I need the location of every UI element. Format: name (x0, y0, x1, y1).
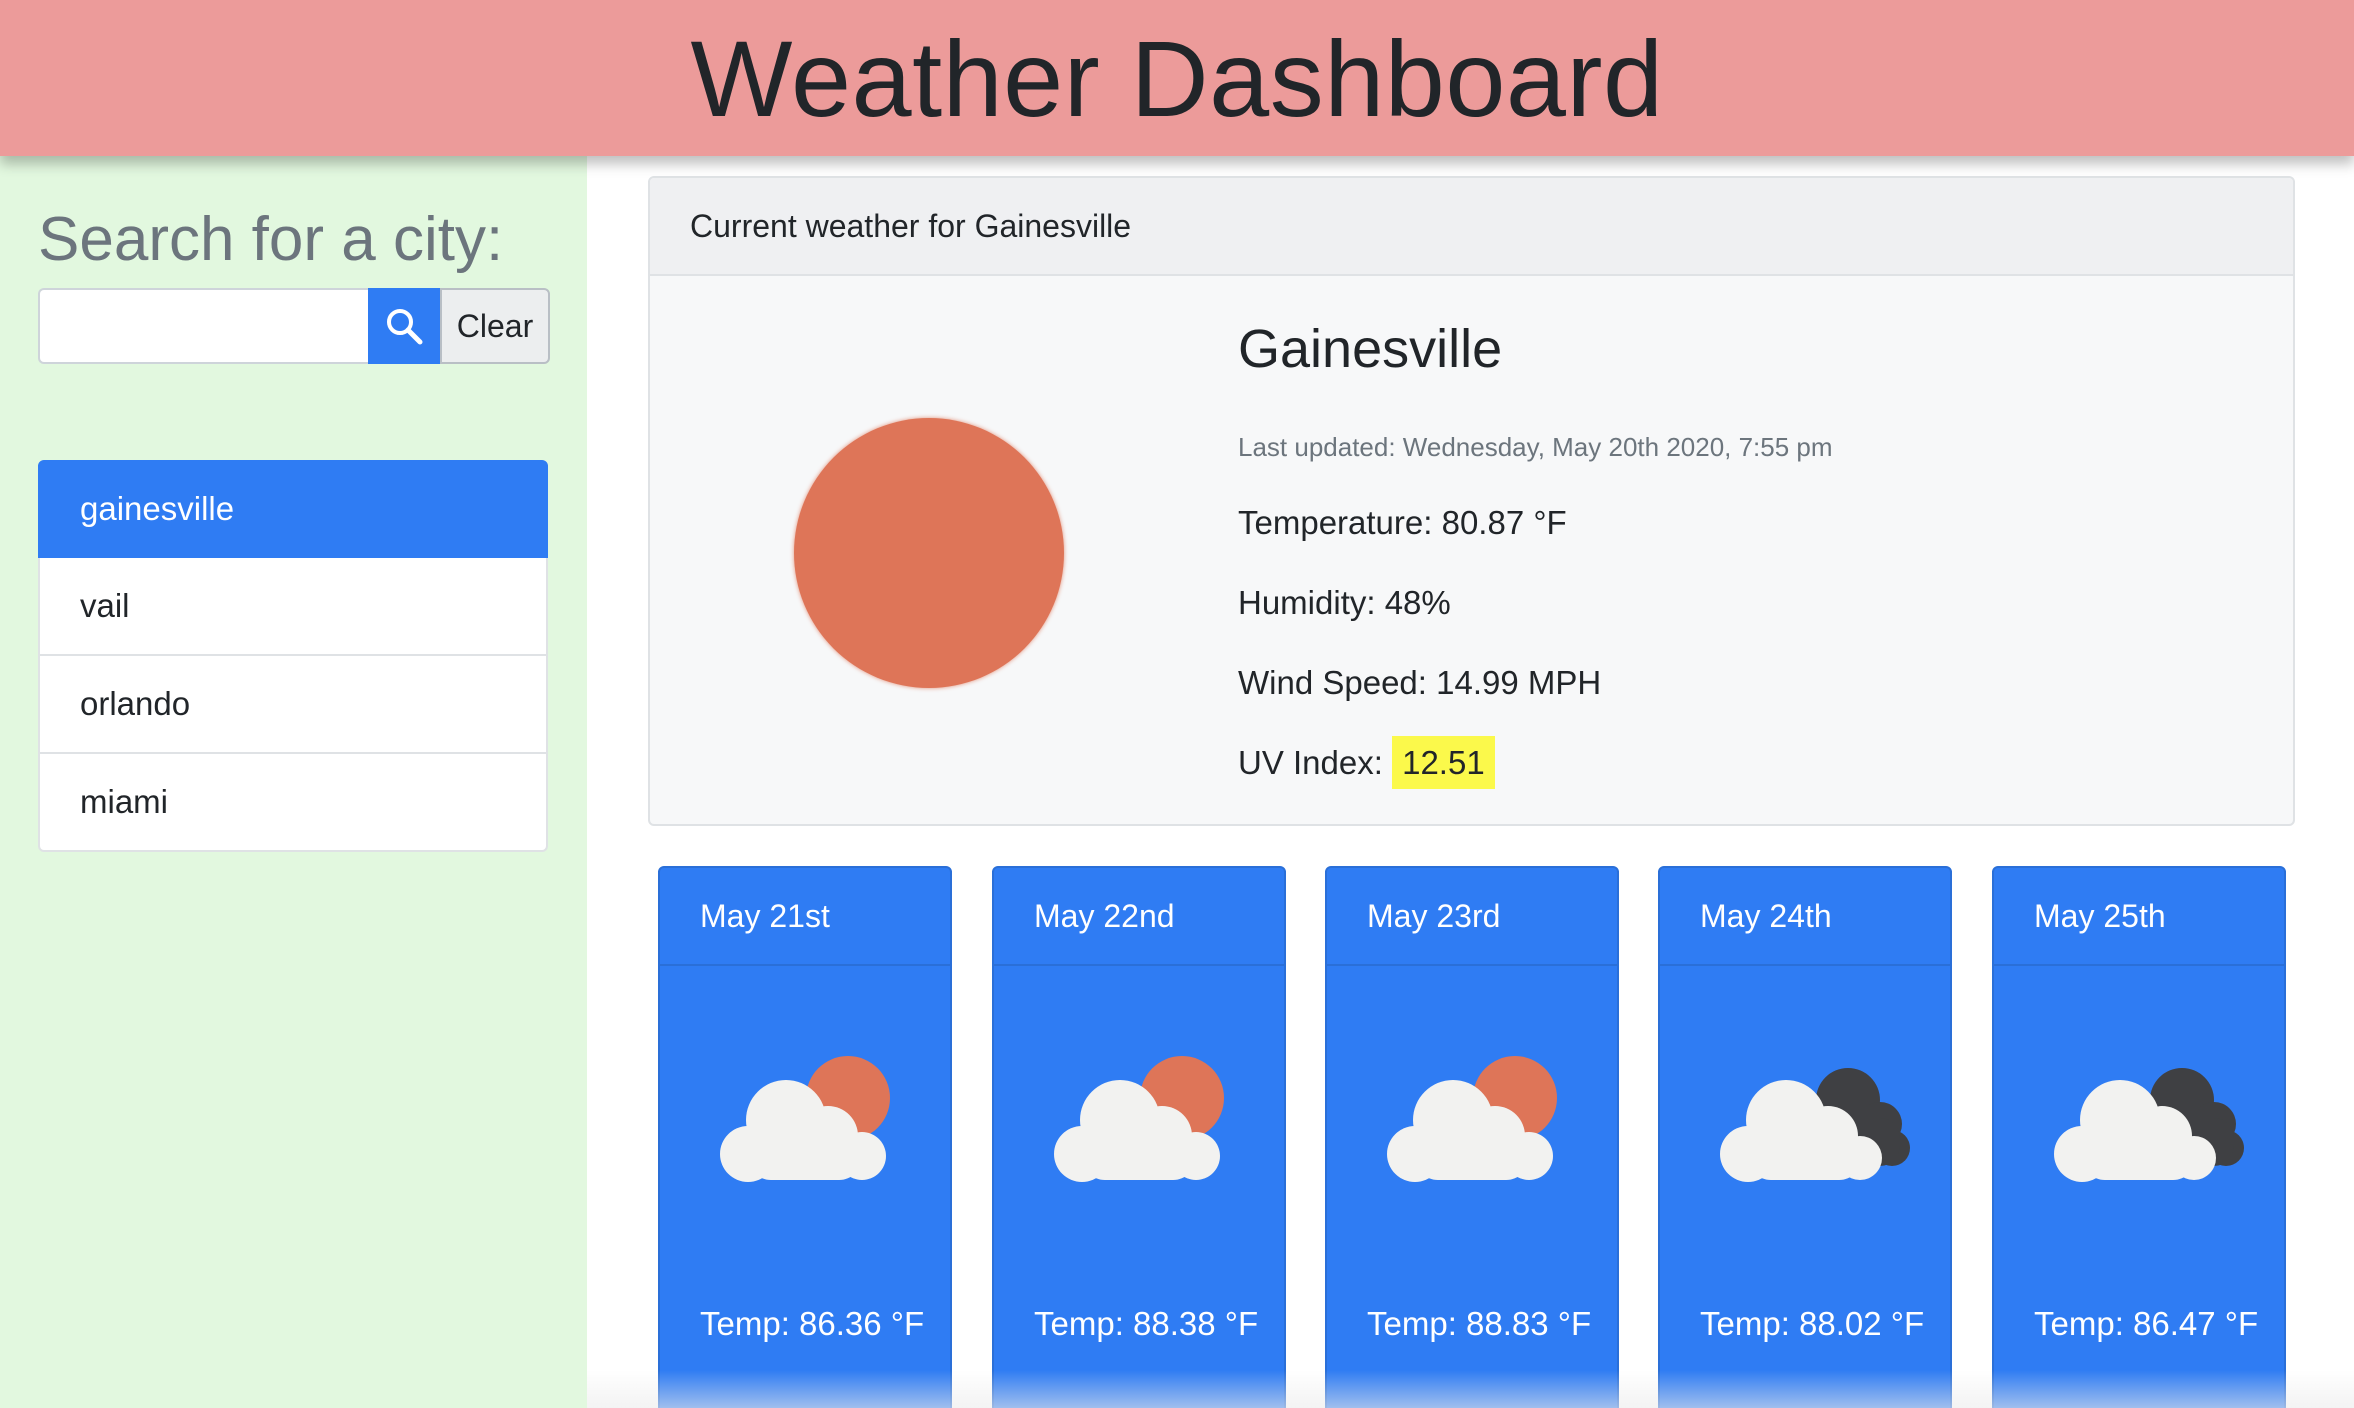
forecast-temp: Temp: 86.36 °F (700, 1305, 925, 1342)
search-heading: Search for a city: (38, 205, 504, 274)
current-weather-card: Current weather for Gainesville Gainesvi… (648, 176, 2295, 826)
current-weather-header: Current weather for Gainesville (650, 178, 2293, 276)
wind-speed: Wind Speed: 14.99 MPH (1238, 664, 1602, 701)
temperature: Temperature: 80.87 °F (1238, 504, 1567, 541)
history-item-gainesville[interactable]: gainesville (38, 460, 548, 558)
forecast-card: May 22nd Temp: 88.38 °F (992, 866, 1286, 1408)
forecast-date: May 23rd (1327, 868, 1617, 966)
forecast-temp: Temp: 88.83 °F (1367, 1305, 1592, 1342)
forecast-temp: Temp: 88.38 °F (1034, 1305, 1259, 1342)
last-updated: Last updated: Wednesday, May 20th 2020, … (1238, 432, 1833, 462)
clear-button[interactable]: Clear (440, 288, 550, 364)
clear-sun-icon (794, 418, 1064, 688)
partly-cloudy-sun-icon (1054, 1056, 1224, 1182)
search-icon (387, 309, 423, 345)
city-name: Gainesville (1238, 319, 1503, 379)
forecast-temp: Temp: 88.02 °F (1700, 1305, 1925, 1342)
forecast-date: May 25th (1994, 868, 2284, 966)
history-item-orlando[interactable]: orlando (38, 656, 548, 754)
page-title: Weather Dashboard (690, 17, 1664, 139)
broken-clouds-icon (2054, 1068, 2244, 1182)
forecast-date: May 21st (660, 868, 950, 966)
uv-index-label: UV Index: (1238, 744, 1383, 781)
forecast-card: May 23rd Temp: 88.83 °F (1325, 866, 1619, 1408)
search-input[interactable] (38, 288, 368, 364)
forecast-card: May 21st Temp: 86.36 °F (658, 866, 952, 1408)
partly-cloudy-sun-icon (720, 1056, 890, 1182)
broken-clouds-icon (1720, 1068, 1910, 1182)
forecast-temp: Temp: 86.47 °F (2034, 1305, 2259, 1342)
uv-index-row: UV Index: 12.51 (1238, 736, 1495, 789)
current-weather-details: Gainesville Last updated: Wednesday, May… (1238, 318, 1833, 789)
search-form: Clear (38, 288, 550, 364)
uv-index-badge: 12.51 (1392, 736, 1495, 789)
app-header: Weather Dashboard (0, 0, 2354, 156)
forecast-date: May 22nd (994, 868, 1284, 966)
forecast-date: May 24th (1660, 868, 1950, 966)
history-item-vail[interactable]: vail (38, 558, 548, 656)
forecast-card: May 24th Temp: 88.02 °F (1658, 866, 1952, 1408)
search-button[interactable] (368, 288, 440, 364)
partly-cloudy-sun-icon (1387, 1056, 1557, 1182)
history-item-miami[interactable]: miami (38, 754, 548, 852)
sidebar: Search for a city: Clear gainesville vai… (0, 156, 587, 1408)
forecast-card: May 25th Temp: 86.47 °F (1992, 866, 2286, 1408)
search-history-list: gainesville vail orlando miami (38, 460, 548, 852)
humidity: Humidity: 48% (1238, 584, 1451, 621)
